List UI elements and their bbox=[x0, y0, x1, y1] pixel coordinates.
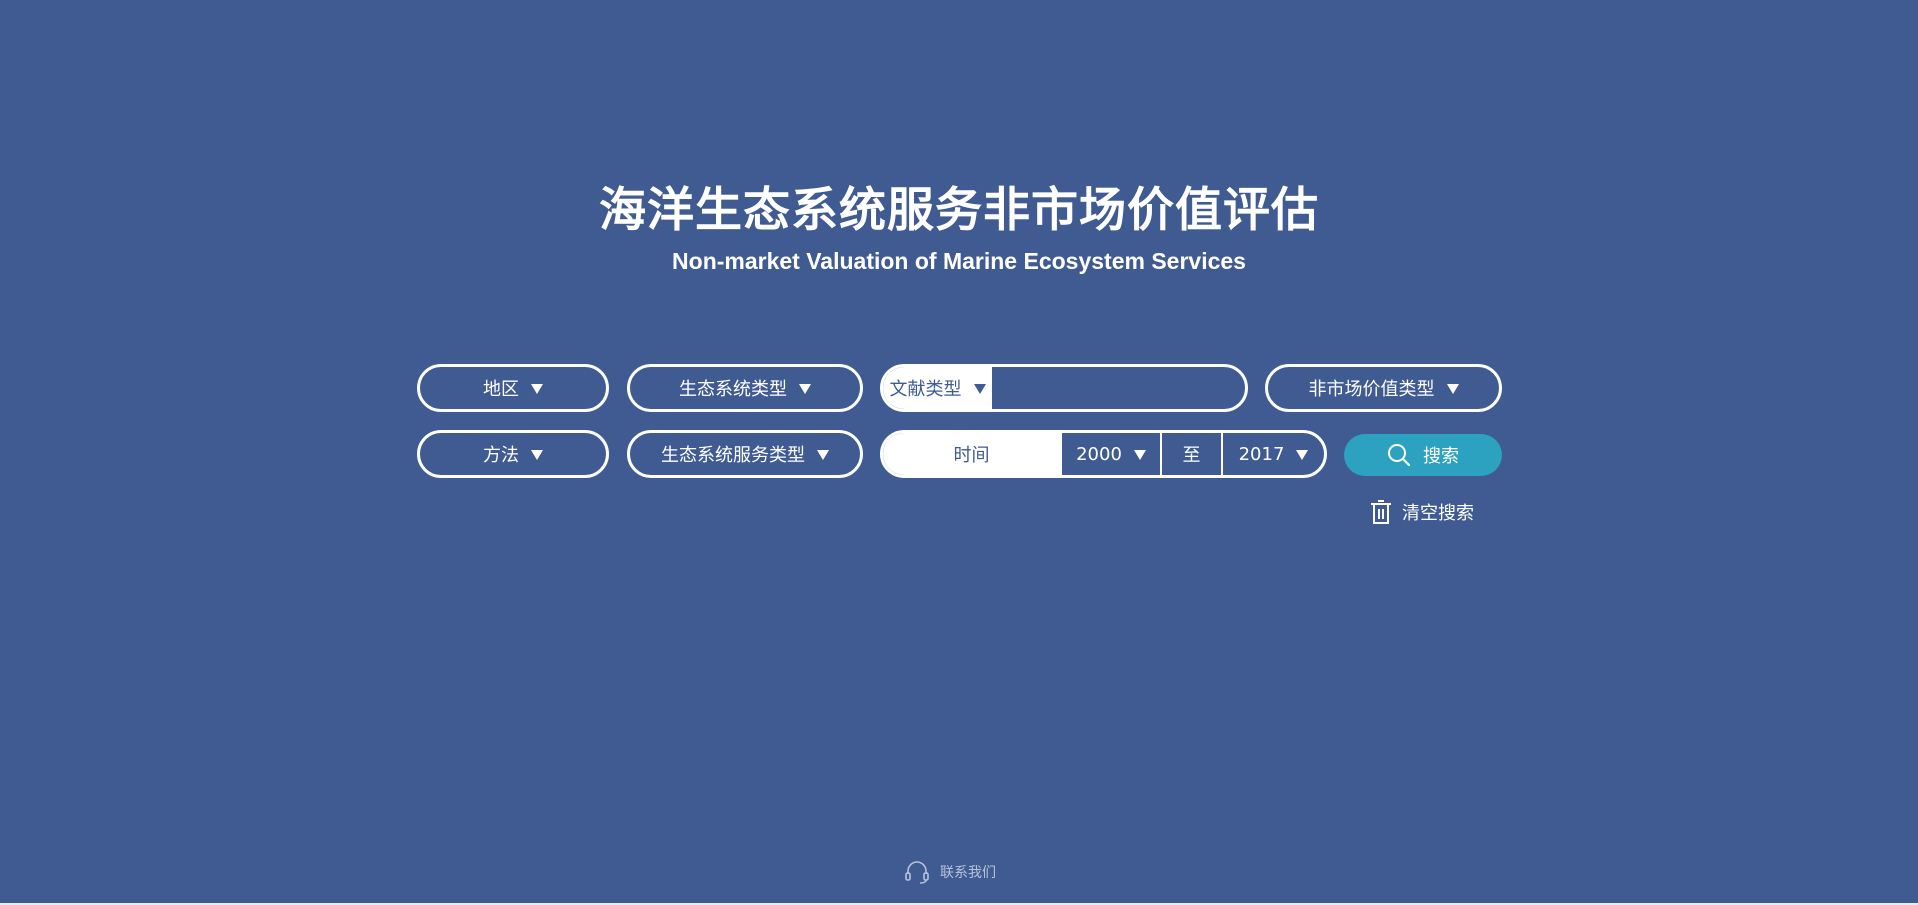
method-dropdown[interactable]: 方法 bbox=[417, 430, 609, 478]
region-dropdown-label: 地区 bbox=[483, 379, 519, 400]
clear-search-label: 清空搜索 bbox=[1402, 503, 1474, 524]
caret-down-icon bbox=[531, 449, 543, 460]
search-icon bbox=[1387, 443, 1411, 467]
caret-down-icon bbox=[1133, 449, 1146, 460]
time-label-text: 时间 bbox=[953, 445, 990, 466]
clear-search-button[interactable]: 清空搜索 bbox=[1370, 498, 1474, 526]
time-label: 时间 bbox=[883, 433, 1060, 475]
contact-us-label: 联系我们 bbox=[940, 865, 996, 881]
ecosystem-type-dropdown[interactable]: 生态系统类型 bbox=[627, 364, 863, 412]
page-title-cn: 海洋生态系统服务非市场价值评估 bbox=[599, 183, 1319, 238]
ecosystem-service-type-dropdown[interactable]: 生态系统服务类型 bbox=[627, 430, 863, 478]
caret-down-icon bbox=[1446, 383, 1459, 394]
ecosystem-service-type-dropdown-label: 生态系统服务类型 bbox=[661, 445, 805, 466]
time-range-group: 时间 2000 至 2017 bbox=[880, 430, 1327, 478]
method-dropdown-label: 方法 bbox=[483, 445, 519, 466]
document-type-dropdown[interactable]: 文献类型 bbox=[883, 367, 992, 409]
page-title-en: Non-market Valuation of Marine Ecosystem… bbox=[672, 248, 1246, 274]
caret-down-icon bbox=[973, 383, 986, 394]
search-button[interactable]: 搜索 bbox=[1344, 434, 1502, 476]
year-range-separator: 至 bbox=[1160, 433, 1221, 475]
start-year-value: 2000 bbox=[1076, 443, 1122, 465]
caret-down-icon bbox=[817, 449, 829, 460]
caret-down-icon bbox=[799, 383, 811, 394]
headset-icon bbox=[904, 860, 930, 884]
document-type-search-group: 文献类型 bbox=[880, 364, 1248, 412]
document-type-dropdown-label: 文献类型 bbox=[889, 379, 962, 400]
region-dropdown[interactable]: 地区 bbox=[417, 364, 609, 412]
nonmarket-value-type-dropdown-label: 非市场价值类型 bbox=[1308, 379, 1435, 400]
document-keyword-input[interactable] bbox=[992, 367, 1245, 409]
contact-us-link[interactable]: 联系我们 bbox=[904, 858, 996, 886]
nonmarket-value-type-dropdown[interactable]: 非市场价值类型 bbox=[1265, 364, 1502, 412]
end-year-dropdown[interactable]: 2017 bbox=[1221, 433, 1324, 475]
caret-down-icon bbox=[1296, 449, 1309, 460]
start-year-dropdown[interactable]: 2000 bbox=[1060, 433, 1160, 475]
ecosystem-type-dropdown-label: 生态系统类型 bbox=[679, 379, 787, 400]
trash-icon bbox=[1370, 500, 1392, 524]
end-year-value: 2017 bbox=[1238, 443, 1285, 465]
year-range-separator-text: 至 bbox=[1182, 445, 1201, 466]
caret-down-icon bbox=[531, 383, 543, 394]
search-button-label: 搜索 bbox=[1423, 446, 1459, 467]
